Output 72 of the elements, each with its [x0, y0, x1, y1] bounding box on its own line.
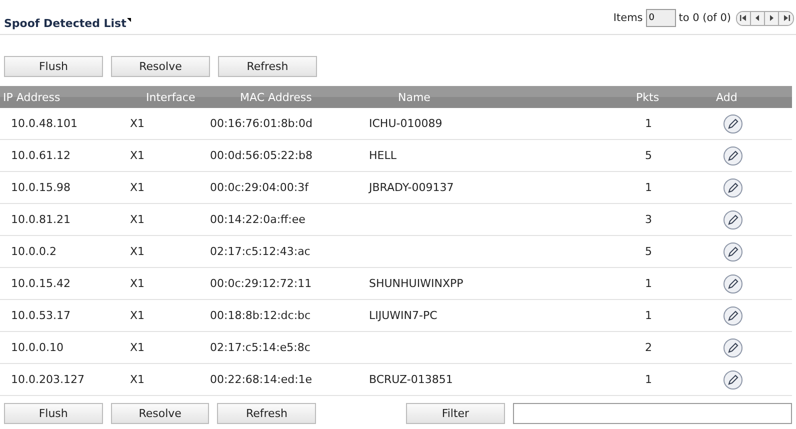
pencil-icon[interactable]: [723, 178, 743, 198]
table-cell: HELL: [369, 149, 396, 162]
table-cell-text: 10.0.81.21: [10, 213, 72, 226]
action-button[interactable]: Refresh: [217, 403, 316, 424]
table-cell-text: X1: [129, 373, 146, 386]
next-page-button[interactable]: [765, 12, 779, 24]
pencil-icon[interactable]: [723, 370, 743, 390]
table-cell-text: 00:0d:56:05:22:b8: [209, 149, 314, 162]
triangle-right-icon: [768, 15, 775, 21]
skip-forward-icon: [782, 15, 790, 21]
previous-page-button[interactable]: [751, 12, 765, 24]
table-cell-text: X1: [129, 181, 146, 194]
table-cell: 5: [645, 149, 652, 162]
table-cell-text: 10.0.15.42: [10, 277, 72, 290]
pencil-icon[interactable]: [723, 114, 743, 134]
action-button[interactable]: Refresh: [218, 56, 317, 77]
action-button[interactable]: Resolve: [111, 56, 210, 77]
table-cell-text: X1: [129, 117, 146, 130]
filter-button[interactable]: Filter: [406, 403, 505, 424]
table-cell: 1: [645, 373, 652, 386]
table-cell-text: 10.0.61.12: [10, 149, 72, 162]
pencil-icon[interactable]: [723, 146, 743, 166]
pencil-icon[interactable]: [723, 338, 743, 358]
pencil-icon[interactable]: [723, 274, 743, 294]
table-cell-text: 00:0c:29:12:72:11: [209, 277, 313, 290]
table-cell-text: 00:16:76:01:8b:0d: [209, 117, 314, 130]
items-label: Items: [613, 12, 643, 24]
table-cell-text: X1: [129, 213, 146, 226]
pencil-icon[interactable]: [723, 210, 743, 230]
table-cell-text: 02:17:c5:14:e5:8c: [209, 341, 312, 354]
table-cell: 1: [645, 309, 652, 322]
table-cell-text: 00:22:68:14:ed:1e: [209, 373, 314, 386]
action-button[interactable]: Flush: [4, 56, 103, 77]
table-cell: LIJUWIN7-PC: [369, 309, 438, 322]
table-cell-text: X1: [129, 341, 146, 354]
table-cell: BCRUZ-013851: [369, 373, 453, 386]
table-cell-text: X1: [129, 149, 146, 162]
table-cell: SHUNHUIWINXPP: [369, 277, 464, 290]
table-cell: 1: [645, 117, 652, 130]
table-cell: ICHU-010089: [369, 117, 442, 130]
table-cell: 5: [645, 245, 652, 258]
table-cell-text: 10.0.0.10: [10, 341, 64, 354]
table-cell: JBRADY-009137: [369, 181, 454, 194]
pencil-icon[interactable]: [723, 242, 743, 262]
table-cell-text: 10.0.15.98: [10, 181, 72, 194]
table-cell-text: 10.0.48.101: [10, 117, 78, 130]
table-cell: 1: [645, 277, 652, 290]
table-cell: 3: [645, 213, 652, 226]
table-cell-text: X1: [129, 309, 146, 322]
table-cell: 1: [645, 181, 652, 194]
triangle-left-icon: [754, 15, 761, 21]
table-cell-text: 10.0.0.2: [10, 245, 58, 258]
skip-back-icon: [740, 15, 747, 21]
filter-field[interactable]: [512, 403, 792, 424]
table-cell: 2: [645, 341, 652, 354]
corner-mark-icon: [127, 18, 132, 22]
table-cell-text: 00:18:8b:12:dc:bc: [209, 309, 312, 322]
section-title: Spoof Detected List: [4, 17, 126, 30]
table-cell-text: 02:17:c5:12:43:ac: [209, 245, 312, 258]
table-cell-text: X1: [129, 277, 146, 290]
table-cell-text: 10.0.203.127: [10, 373, 86, 386]
table-cell-text: 00:0c:29:04:00:3f: [209, 181, 310, 194]
first-page-button[interactable]: [737, 12, 751, 24]
table-cell-text: X1: [129, 245, 146, 258]
table-cell-text: 10.0.53.17: [10, 309, 72, 322]
table-cell-text: 00:14:22:0a:ff:ee: [209, 213, 306, 226]
items-field[interactable]: 0: [646, 9, 676, 27]
pencil-icon[interactable]: [723, 306, 743, 326]
range-label: to 0 (of 0): [678, 12, 731, 24]
action-button[interactable]: Resolve: [110, 403, 210, 424]
action-button[interactable]: Flush: [4, 403, 103, 424]
last-page-button[interactable]: [779, 12, 793, 24]
